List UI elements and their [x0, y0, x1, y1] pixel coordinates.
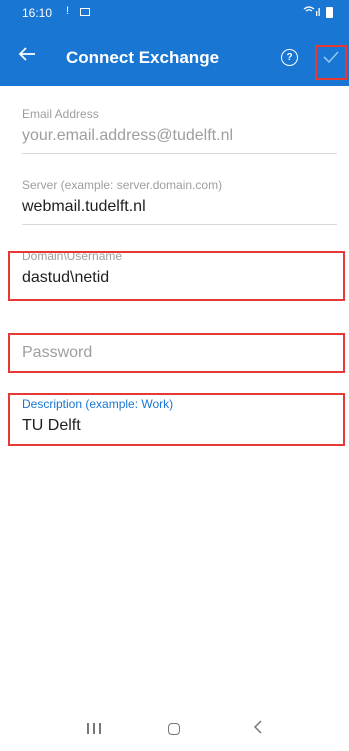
done-highlight-box [315, 45, 347, 80]
status-time: 16:10 [22, 6, 53, 20]
wifi-signal-icon [303, 5, 321, 20]
app-bar: Connect Exchange ? [0, 28, 349, 86]
back-button[interactable] [10, 38, 46, 74]
help-button[interactable]: ? [276, 44, 304, 72]
server-label: Server (example: server.domain.com) [22, 178, 223, 192]
username-highlight-box [8, 251, 345, 301]
email-input[interactable]: your.email.address@tudelft.nl [22, 127, 337, 145]
email-field[interactable]: Email Address your.email.address@tudelft… [22, 107, 337, 154]
password-highlight-box [8, 333, 345, 373]
email-label: Email Address [22, 107, 99, 121]
arrow-left-icon [18, 47, 35, 61]
recent-apps-icon[interactable] [84, 721, 104, 737]
battery-icon [326, 7, 333, 18]
server-field[interactable]: Server (example: server.domain.com) webm… [22, 178, 337, 225]
question-circle-icon: ? [281, 49, 298, 66]
gallery-icon [80, 8, 90, 16]
system-nav-bar [0, 707, 349, 751]
chevron-left-icon[interactable] [253, 719, 263, 740]
page-title: Connect Exchange [66, 48, 220, 67]
exclamation-icon: ! [66, 5, 70, 17]
server-underline [22, 224, 337, 225]
server-input[interactable]: webmail.tudelft.nl [22, 198, 337, 216]
home-icon[interactable] [168, 723, 180, 735]
email-underline [22, 153, 337, 154]
status-bar: 16:10 ! [0, 0, 349, 28]
description-highlight-box [8, 393, 345, 446]
